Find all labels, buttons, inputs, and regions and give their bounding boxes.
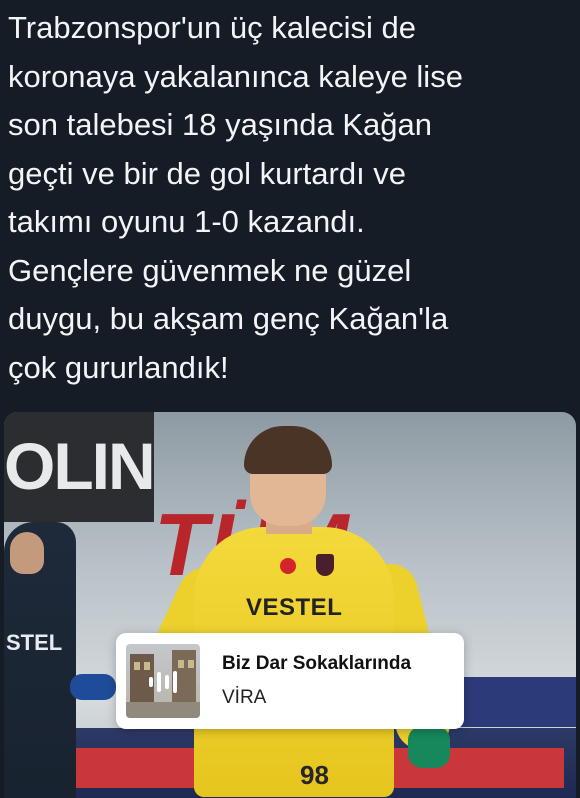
- post-line: duygu, bu akşam genç Kağan'la: [8, 301, 449, 336]
- glove-right: [408, 726, 450, 768]
- post-line: Trabzonspor'un üç kalecisi de: [8, 10, 416, 45]
- music-sticker[interactable]: Biz Dar Sokaklarında VİRA: [116, 633, 464, 729]
- teammate-sponsor: STEL: [6, 630, 63, 655]
- teammate-head: [10, 532, 44, 574]
- club-crest-icon: [316, 554, 334, 576]
- art-window: [178, 660, 184, 668]
- banner-text: OLIN: [4, 429, 156, 503]
- post-photo[interactable]: OLIN TÜM STEL VESTEL 98: [4, 412, 576, 798]
- player-hair: [244, 426, 332, 474]
- stadium-banner: OLIN: [4, 412, 156, 522]
- art-street: [126, 702, 200, 718]
- post-text: Trabzonspor'un üç kalecisi de koronaya y…: [8, 4, 572, 392]
- song-title: Biz Dar Sokaklarında: [222, 653, 412, 674]
- song-artist: VİRA: [222, 687, 267, 708]
- art-window: [188, 660, 194, 668]
- post-line: takımı oyunu 1-0 kazandı.: [8, 204, 365, 239]
- post-line: son talebesi 18 yaşında Kağan: [8, 107, 432, 142]
- post-line: koronaya yakalanınca kaleye lise: [8, 58, 463, 94]
- album-art: [126, 644, 200, 718]
- post-line: geçti ve bir de gol kurtardı ve: [8, 155, 407, 191]
- art-window: [134, 662, 140, 670]
- flag-badge-icon: [280, 558, 296, 574]
- stadium-seats: [456, 677, 576, 727]
- post-line: Gençlere güvenmek ne güzel: [8, 252, 412, 288]
- art-window: [144, 662, 150, 670]
- sound-wave-icon[interactable]: [148, 670, 178, 694]
- shirt-number: 98: [300, 760, 329, 790]
- glove-left: [70, 674, 116, 700]
- jersey-sponsor: VESTEL: [246, 594, 343, 621]
- post-line: çok gururlandık!: [8, 349, 229, 385]
